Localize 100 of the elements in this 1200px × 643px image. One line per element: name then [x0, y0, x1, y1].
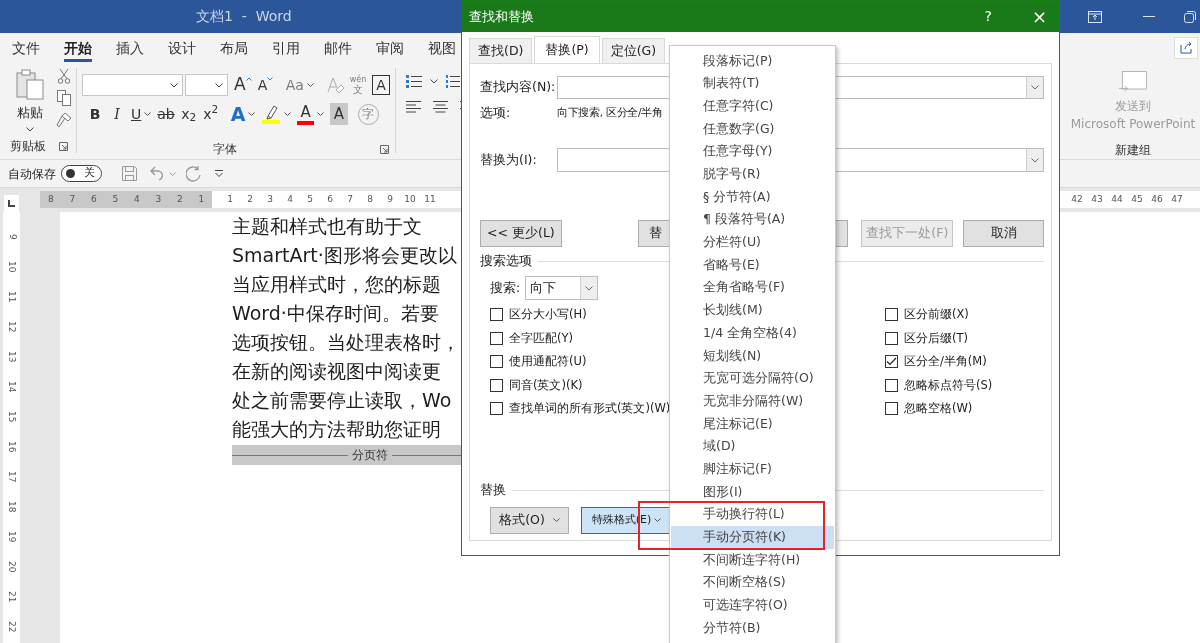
chevron-down-icon[interactable]: [215, 82, 223, 88]
font-size-field[interactable]: [185, 74, 228, 96]
share-icon[interactable]: [1174, 36, 1198, 59]
underline-button[interactable]: U: [129, 103, 154, 125]
menu-item[interactable]: 短划线(N): [671, 344, 834, 368]
menu-item[interactable]: 脚注标记(F): [671, 457, 834, 481]
menu-item[interactable]: 任意数字(G): [671, 117, 834, 141]
align-center-icon[interactable]: [433, 100, 448, 113]
help-button[interactable]: ?: [984, 6, 992, 27]
menu-item[interactable]: 不间断连字符(H): [671, 548, 834, 572]
ribbon-tab[interactable]: 布局: [220, 39, 248, 62]
menu-item[interactable]: 任意字母(Y): [671, 140, 834, 164]
font-name-field[interactable]: [82, 74, 183, 96]
dialog-tab[interactable]: 查找(D): [469, 38, 533, 63]
dialog-launcher-icon[interactable]: [59, 141, 68, 151]
chevron-down-icon[interactable]: [585, 285, 593, 291]
ribbon-display-icon[interactable]: [1088, 10, 1102, 23]
copy-icon[interactable]: [57, 90, 71, 106]
checkbox[interactable]: 全字匹配(Y): [490, 326, 573, 350]
caret-icon[interactable]: [654, 518, 662, 522]
ribbon-tab[interactable]: 视图: [428, 39, 456, 62]
italic-button[interactable]: I: [107, 103, 127, 125]
strikethrough-button[interactable]: ab: [155, 103, 177, 125]
minimize-icon[interactable]: [1143, 15, 1155, 18]
character-border-button[interactable]: A: [370, 74, 392, 96]
customize-icon[interactable]: [215, 170, 223, 177]
menu-item[interactable]: 图形(I): [671, 480, 834, 504]
caret-icon[interactable]: [316, 112, 324, 116]
chevron-down-icon[interactable]: [1031, 85, 1039, 90]
redo-icon[interactable]: [186, 165, 202, 182]
checkbox[interactable]: 同音(英文)(K): [490, 373, 583, 397]
cancel-button[interactable]: 取消: [963, 220, 1044, 247]
ribbon-tab[interactable]: 引用: [272, 39, 300, 62]
align-left-icon[interactable]: [406, 100, 421, 113]
menu-item[interactable]: 省略号(E): [671, 253, 834, 277]
menu-item[interactable]: 无宽可选分隔符(O): [671, 367, 834, 390]
menu-item[interactable]: ¶ 段落符号(A): [671, 208, 834, 232]
menu-item[interactable]: 尾注标记(E): [671, 412, 834, 436]
caret-icon[interactable]: [248, 112, 256, 116]
menu-item[interactable]: 分节符(B): [671, 616, 834, 640]
checkbox[interactable]: 查找单词的所有形式(英文)(W): [490, 397, 671, 421]
checkbox[interactable]: 忽略空格(W): [885, 397, 973, 421]
checkbox[interactable]: 使用通配符(U): [490, 350, 587, 374]
paintbrush-icon[interactable]: [56, 112, 72, 128]
checkbox[interactable]: 忽略标点符号(S): [885, 373, 993, 397]
menu-item[interactable]: 段落标记(P): [671, 49, 834, 73]
subscript-button[interactable]: x$_{2}$: [178, 103, 199, 125]
grow-font-button[interactable]: A: [232, 74, 254, 96]
checkbox[interactable]: 区分后缀(T): [885, 326, 968, 350]
menu-item[interactable]: 手动分页符(K): [671, 526, 834, 549]
menu-item[interactable]: § 分节符(A): [671, 185, 834, 209]
highlight-button[interactable]: [259, 103, 294, 125]
superscript-button[interactable]: x$^{2}$: [200, 103, 221, 125]
menu-item[interactable]: 分栏符(U): [671, 231, 834, 254]
menu-item[interactable]: 不间断空格(S): [671, 571, 834, 595]
ribbon-tab[interactable]: 邮件: [324, 39, 352, 62]
text-effects-button[interactable]: A: [228, 103, 258, 125]
menu-item[interactable]: 域(D): [671, 435, 834, 458]
menu-item[interactable]: 全角省略号(F): [671, 276, 834, 300]
numbered-list-icon[interactable]: [446, 74, 460, 88]
scissors-icon[interactable]: [57, 68, 71, 84]
menu-item[interactable]: 1/4 全角空格(4): [671, 321, 834, 345]
checkbox[interactable]: 区分全/半角(M): [885, 350, 987, 374]
ribbon-tab[interactable]: 插入: [116, 39, 144, 62]
menu-item[interactable]: 无宽非分隔符(W): [671, 389, 834, 413]
tab-selector-icon[interactable]: [4, 195, 19, 212]
font-color-button[interactable]: A: [295, 103, 326, 125]
checkbox[interactable]: 区分大小写(H): [490, 303, 587, 327]
chevron-down-icon[interactable]: [1031, 157, 1039, 163]
bullet-list-icon[interactable]: [406, 74, 422, 88]
caret-down-icon[interactable]: [267, 77, 274, 81]
caret-icon[interactable]: [144, 112, 152, 116]
menu-item[interactable]: 任意字符(C): [671, 94, 834, 118]
undo-icon[interactable]: [150, 166, 166, 181]
menu-item[interactable]: 可选连字符(O): [671, 594, 834, 617]
dialog-tab[interactable]: 替换(P): [534, 36, 600, 63]
character-shading-button[interactable]: A: [327, 103, 350, 125]
search-direction-select[interactable]: 向下: [525, 276, 598, 300]
caret-icon[interactable]: [552, 518, 560, 522]
paste-label[interactable]: 粘贴: [17, 103, 43, 123]
autosave-toggle[interactable]: 关: [61, 165, 102, 182]
restore-icon[interactable]: [1184, 10, 1196, 23]
ribbon-tab[interactable]: 设计: [168, 39, 196, 62]
ribbon-tab[interactable]: 文件: [12, 39, 40, 62]
shrink-font-button[interactable]: A: [255, 74, 276, 96]
menu-item[interactable]: 制表符(T): [671, 72, 834, 95]
less-button[interactable]: << 更少(L): [480, 220, 562, 247]
checkbox[interactable]: 区分前缀(X): [885, 303, 969, 327]
close-button[interactable]: ×: [1031, 3, 1047, 30]
caret-icon[interactable]: [430, 78, 438, 84]
chevron-down-icon[interactable]: [170, 82, 178, 88]
format-button[interactable]: 格式(O): [490, 506, 569, 534]
dialog-tab[interactable]: 定位(G): [601, 38, 666, 63]
bold-button[interactable]: B: [85, 103, 105, 125]
save-icon[interactable]: [122, 166, 137, 181]
menu-item[interactable]: 脱字号(R): [671, 163, 834, 186]
ribbon-tab[interactable]: 审阅: [376, 39, 404, 62]
dialog-launcher-icon[interactable]: [380, 144, 389, 154]
caret-up-icon[interactable]: [245, 77, 252, 81]
caret-icon[interactable]: [284, 112, 292, 116]
